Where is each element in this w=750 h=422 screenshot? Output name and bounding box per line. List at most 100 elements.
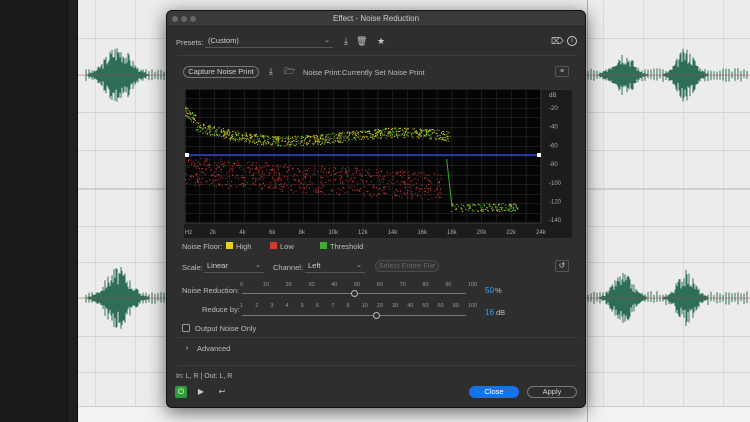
- noise-reduction-label: Noise Reduction:: [182, 286, 240, 295]
- presets-label: Presets:: [176, 38, 204, 47]
- info-icon[interactable]: i: [567, 36, 577, 46]
- freq-tick-label: 8k: [299, 230, 306, 236]
- loop-icon[interactable]: ↩: [216, 387, 228, 397]
- advanced-toggle[interactable]: Advanced: [197, 344, 230, 353]
- freq-tick-label: 14k: [388, 230, 399, 236]
- slider-tick-label: 0: [240, 282, 244, 288]
- db-tick-label: -100: [549, 181, 562, 187]
- output-noise-only-label: Output Noise Only: [195, 324, 257, 333]
- slider-tick-label: 100: [468, 282, 478, 288]
- reduce-by-unit: dB: [496, 308, 506, 317]
- db-tick-label: -80: [549, 162, 558, 168]
- output-noise-only-checkbox[interactable]: [182, 324, 190, 332]
- slider-tick-label: 20: [285, 282, 292, 288]
- slider-tick-label: 40: [331, 282, 338, 288]
- db-tick-label: -60: [549, 143, 558, 149]
- chevron-down-icon: ⌄: [324, 37, 330, 44]
- freq-tick-label: 16k: [417, 230, 428, 236]
- noise-graph[interactable]: -20 -40 -60 -80 -100 -120 -140 Hz 2k 4k 6k 8k 10k 12…: [183, 89, 573, 239]
- db-tick-label: -120: [549, 200, 562, 206]
- db-tick-label: -20: [549, 106, 558, 112]
- slider-tick-label: 7: [331, 303, 335, 309]
- slider-tick-label: 70: [399, 282, 406, 288]
- trash-icon[interactable]: 🗑: [356, 36, 367, 46]
- noise-reduction-dialog: Effect - Noise Reduction Presets: (Custo…: [166, 10, 586, 408]
- slider-tick-label: 5: [300, 303, 304, 309]
- slider-tick-label: 80: [422, 282, 429, 288]
- apply-button[interactable]: Apply: [527, 386, 577, 398]
- reset-icon[interactable]: ↺: [555, 260, 569, 272]
- freq-tick-label: 2k: [210, 230, 217, 236]
- slider-tick-label: 6: [316, 303, 320, 309]
- scroll-strip[interactable]: [78, 406, 750, 422]
- freq-tick-label: 4k: [239, 230, 246, 236]
- slider-tick-label: 40: [407, 303, 414, 309]
- scale-label: Scale:: [182, 263, 203, 272]
- power-icon[interactable]: ⏻: [175, 386, 187, 398]
- freq-tick-label: 6k: [269, 230, 276, 236]
- slider-tick-label: 10: [262, 282, 269, 288]
- legend-high: High: [236, 242, 252, 251]
- chevron-down-icon: ⌄: [356, 262, 362, 269]
- io-routing-label: In: L, R | Out: L, R: [176, 373, 233, 380]
- db-tick-label: -40: [549, 125, 558, 131]
- channel-value: Left: [308, 261, 321, 270]
- threshold-handle[interactable]: [185, 153, 189, 157]
- play-icon[interactable]: ▶: [196, 387, 206, 397]
- slider-tick-label: 50: [422, 303, 429, 309]
- reduce-by-label: Reduce by:: [202, 305, 240, 314]
- reduce-by-thumb[interactable]: [373, 312, 380, 319]
- slider-tick-label: 4: [285, 303, 289, 309]
- freq-tick-label: 20k: [477, 230, 488, 236]
- divider: [177, 337, 577, 338]
- noise-reduction-unit: %: [495, 286, 502, 295]
- slider-tick-label: 30: [392, 303, 399, 309]
- high-swatch: [226, 242, 233, 249]
- freq-tick-label: 10k: [328, 230, 339, 236]
- presets-dropdown[interactable]: (Custom) ⌄: [205, 36, 333, 48]
- star-icon[interactable]: ★: [376, 36, 386, 46]
- scale-dropdown[interactable]: Linear ⌄: [204, 261, 264, 273]
- db-unit-label: dB: [549, 93, 556, 99]
- slider-tick-label: 3: [270, 303, 274, 309]
- noise-reduction-value[interactable]: 50: [485, 286, 494, 295]
- routing-icon[interactable]: ⌦: [551, 36, 564, 46]
- noise-reduction-scale: 0 10 20 30 40 50 60 70 80 90 100: [240, 282, 477, 290]
- freq-tick-label: 22k: [506, 230, 517, 236]
- dialog-title: Effect - Noise Reduction: [332, 14, 420, 23]
- slider-tick-label: 60: [376, 282, 383, 288]
- import-icon[interactable]: ⤓: [266, 66, 276, 76]
- threshold-swatch: [320, 242, 327, 249]
- menu-icon[interactable]: ≡: [555, 66, 569, 77]
- slider-tick-label: 20: [376, 303, 383, 309]
- import-icon[interactable]: ⤓: [341, 36, 351, 46]
- slider-tick-label: 60: [437, 303, 444, 309]
- close-button[interactable]: Close: [469, 386, 519, 398]
- capture-noise-print-button[interactable]: Capture Noise Print: [183, 66, 259, 78]
- divider: [177, 365, 577, 366]
- noise-print-label: Noise Print:: [303, 68, 342, 77]
- noise-reduction-thumb[interactable]: [351, 290, 358, 297]
- slider-tick-label: 1: [240, 303, 244, 309]
- folder-icon[interactable]: 🗁: [284, 66, 295, 76]
- presets-value: (Custom): [208, 36, 239, 45]
- slider-tick-label: 80: [452, 303, 459, 309]
- select-entire-file-button[interactable]: Select Entire File: [375, 260, 439, 272]
- legend-threshold: Threshold: [330, 242, 364, 251]
- legend-low: Low: [280, 242, 294, 251]
- threshold-handle[interactable]: [537, 153, 541, 157]
- panel-edge: [68, 0, 78, 422]
- freq-tick-label: Hz: [185, 230, 192, 236]
- slider-tick-label: 100: [468, 303, 478, 309]
- divider: [177, 55, 577, 56]
- low-swatch: [270, 242, 277, 249]
- title-bar[interactable]: Effect - Noise Reduction: [167, 11, 585, 27]
- channel-dropdown[interactable]: Left ⌄: [305, 261, 365, 273]
- reduce-by-value[interactable]: 16: [485, 308, 494, 317]
- slider-tick-label: 2: [255, 303, 259, 309]
- reduce-by-scale: 1 2 3 4 5 6 7 8 10 20 30 40 50 60 80 100: [240, 303, 477, 311]
- chevron-right-icon[interactable]: ›: [183, 343, 191, 353]
- freq-tick-label: 12k: [358, 230, 369, 236]
- db-tick-label: -140: [549, 218, 562, 224]
- reduce-by-track[interactable]: [242, 315, 466, 316]
